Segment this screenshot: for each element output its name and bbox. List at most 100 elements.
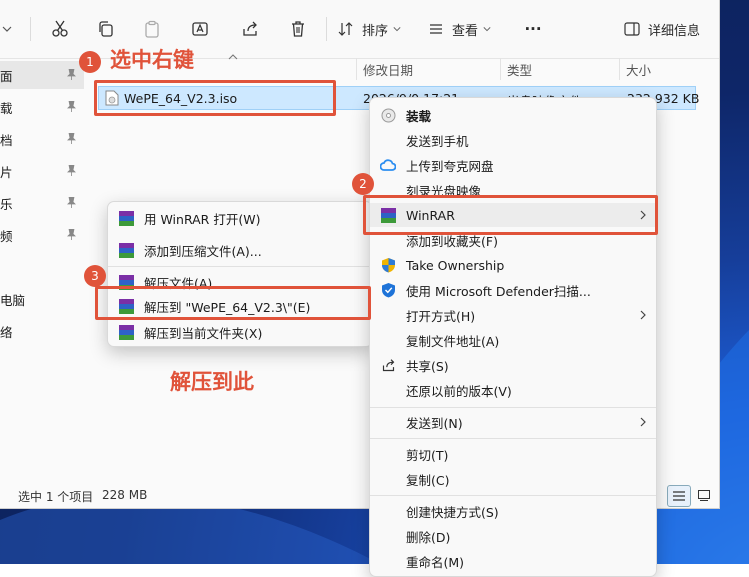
cloud-icon bbox=[380, 159, 396, 171]
column-header-size[interactable]: 大小 bbox=[626, 60, 651, 79]
menu-item-label: 用 WinRAR 打开(W) bbox=[144, 211, 261, 227]
menu-item-label: 发送到(N) bbox=[406, 415, 463, 431]
cut-button[interactable] bbox=[46, 14, 74, 44]
menu-divider bbox=[370, 495, 656, 496]
sidebar-item-videos[interactable]: 频 bbox=[0, 221, 84, 249]
sidebar-item-label: 络 bbox=[0, 324, 13, 340]
pin-icon bbox=[67, 133, 76, 144]
context-menu: 装载 发送到手机 上传到夸克网盘 刻录光盘映像 WinRAR 添加到收藏夹(F)… bbox=[369, 97, 657, 577]
menu-item-delete[interactable]: 删除(D) bbox=[370, 524, 656, 548]
sidebar-item-network[interactable]: 络 bbox=[0, 317, 84, 345]
sidebar-item-label: 载 bbox=[0, 100, 13, 116]
menu-item-label: 使用 Microsoft Defender扫描... bbox=[406, 283, 591, 299]
sidebar-item-documents[interactable]: 档 bbox=[0, 125, 84, 153]
winrar-icon bbox=[118, 242, 134, 258]
sort-arrow-icon bbox=[228, 49, 238, 63]
menu-item-mount[interactable]: 装载 bbox=[370, 103, 656, 127]
sort-label: 排序 bbox=[362, 23, 389, 39]
view-list-icon bbox=[430, 24, 442, 34]
menu-item-label: 剪切(T) bbox=[406, 447, 449, 463]
menu-item-upload-quark[interactable]: 上传到夸克网盘 bbox=[370, 153, 656, 177]
delete-button[interactable] bbox=[284, 14, 312, 44]
menu-item-label: 上传到夸克网盘 bbox=[406, 158, 494, 174]
menu-item-take-ownership[interactable]: Take Ownership bbox=[370, 253, 656, 277]
details-label: 详细信息 bbox=[648, 23, 701, 39]
copy-button[interactable] bbox=[92, 14, 120, 44]
menu-item-copy-path[interactable]: 复制文件地址(A) bbox=[370, 328, 656, 352]
menu-item-cut[interactable]: 剪切(T) bbox=[370, 442, 656, 466]
clipboard-icon bbox=[145, 20, 159, 38]
sidebar-item-music[interactable]: 乐 bbox=[0, 189, 84, 217]
menu-item-label: 装载 bbox=[406, 108, 432, 124]
annotation-select-right-click: 选中右键 bbox=[110, 48, 194, 72]
share-icon bbox=[243, 21, 257, 36]
command-bar: 排序 查看 ··· 详细信息 bbox=[0, 0, 719, 59]
details-view-icon bbox=[673, 491, 685, 501]
chevron-down-icon bbox=[393, 27, 401, 32]
defender-icon bbox=[381, 283, 395, 298]
sidebar-item-label: 乐 bbox=[0, 196, 13, 212]
chevron-right-icon bbox=[640, 310, 646, 320]
status-size: 228 MB bbox=[102, 488, 148, 502]
trash-icon bbox=[292, 21, 304, 37]
paste-button[interactable] bbox=[138, 14, 166, 44]
menu-item-create-shortcut[interactable]: 创建快捷方式(S) bbox=[370, 499, 656, 523]
share-button[interactable] bbox=[236, 14, 264, 44]
column-header-modified[interactable]: 修改日期 bbox=[363, 60, 413, 79]
tiles-view-button[interactable] bbox=[694, 485, 714, 505]
step-badge-3: 3 bbox=[84, 265, 106, 287]
rename-button[interactable] bbox=[186, 14, 214, 44]
sidebar-item-this-pc[interactable]: 电脑 bbox=[0, 285, 84, 313]
winrar-submenu: 用 WinRAR 打开(W) 添加到压缩文件(A)... 解压文件(A)... … bbox=[107, 201, 373, 347]
annotation-extract-here: 解压到此 bbox=[170, 370, 254, 394]
details-pane-button[interactable]: 详细信息 bbox=[624, 14, 704, 44]
shield-icon bbox=[381, 258, 395, 273]
menu-item-label: 还原以前的版本(V) bbox=[406, 383, 512, 399]
winrar-open-item[interactable]: 用 WinRAR 打开(W) bbox=[108, 206, 372, 230]
step-badge-1: 1 bbox=[79, 51, 101, 73]
menu-item-open-with[interactable]: 打开方式(H) bbox=[370, 303, 656, 327]
disc-icon bbox=[381, 108, 395, 122]
more-options-button[interactable]: ··· bbox=[516, 14, 550, 44]
pin-icon bbox=[67, 229, 76, 240]
menu-item-share[interactable]: 共享(S) bbox=[370, 353, 656, 377]
sort-button[interactable]: 排序 bbox=[338, 14, 406, 44]
share-icon bbox=[382, 358, 394, 371]
menu-item-send-to-phone[interactable]: 发送到手机 bbox=[370, 128, 656, 152]
winrar-extract-here-item[interactable]: 解压到当前文件夹(X) bbox=[108, 320, 372, 344]
column-header-row: 修改日期 类型 大小 bbox=[356, 58, 719, 80]
details-pane-icon bbox=[624, 22, 640, 36]
status-selection: 选中 1 个项目 bbox=[18, 490, 94, 504]
column-header-type[interactable]: 类型 bbox=[507, 60, 532, 79]
navigation-pane: 面 载 档 片 乐 频 电脑 络 bbox=[0, 58, 84, 478]
menu-item-label: 解压到当前文件夹(X) bbox=[144, 325, 263, 341]
highlight-winrar-item bbox=[363, 195, 658, 235]
scissors-icon bbox=[52, 20, 68, 37]
menu-divider bbox=[108, 266, 372, 267]
sidebar-item-pictures[interactable]: 片 bbox=[0, 157, 84, 185]
highlight-extract-to-item bbox=[95, 286, 371, 320]
chevron-down-icon bbox=[2, 26, 12, 32]
highlight-file-row bbox=[94, 80, 336, 116]
menu-item-label: Take Ownership bbox=[406, 257, 505, 273]
menu-item-send-to[interactable]: 发送到(N) bbox=[370, 410, 656, 434]
copy-icon bbox=[99, 21, 113, 37]
winrar-add-archive-item[interactable]: 添加到压缩文件(A)... bbox=[108, 238, 372, 262]
sidebar-item-label: 电脑 bbox=[0, 292, 26, 308]
menu-item-rename[interactable]: 重命名(M) bbox=[370, 549, 656, 573]
menu-item-label: 复制文件地址(A) bbox=[406, 333, 500, 349]
menu-item-copy[interactable]: 复制(C) bbox=[370, 467, 656, 491]
sidebar-item-label: 档 bbox=[0, 132, 13, 148]
sidebar-item-desktop[interactable]: 面 bbox=[0, 61, 84, 89]
details-view-button[interactable] bbox=[667, 485, 691, 507]
sidebar-item-label: 片 bbox=[0, 164, 13, 180]
menu-item-defender-scan[interactable]: 使用 Microsoft Defender扫描... bbox=[370, 278, 656, 302]
rename-icon bbox=[192, 22, 208, 36]
menu-item-restore-versions[interactable]: 还原以前的版本(V) bbox=[370, 378, 656, 402]
sidebar-item-downloads[interactable]: 载 bbox=[0, 93, 84, 121]
step-badge-2: 2 bbox=[352, 173, 374, 195]
chevron-right-icon bbox=[640, 417, 646, 427]
new-button-partial[interactable] bbox=[0, 14, 14, 44]
column-divider bbox=[356, 58, 357, 80]
view-button[interactable]: 查看 bbox=[428, 14, 496, 44]
